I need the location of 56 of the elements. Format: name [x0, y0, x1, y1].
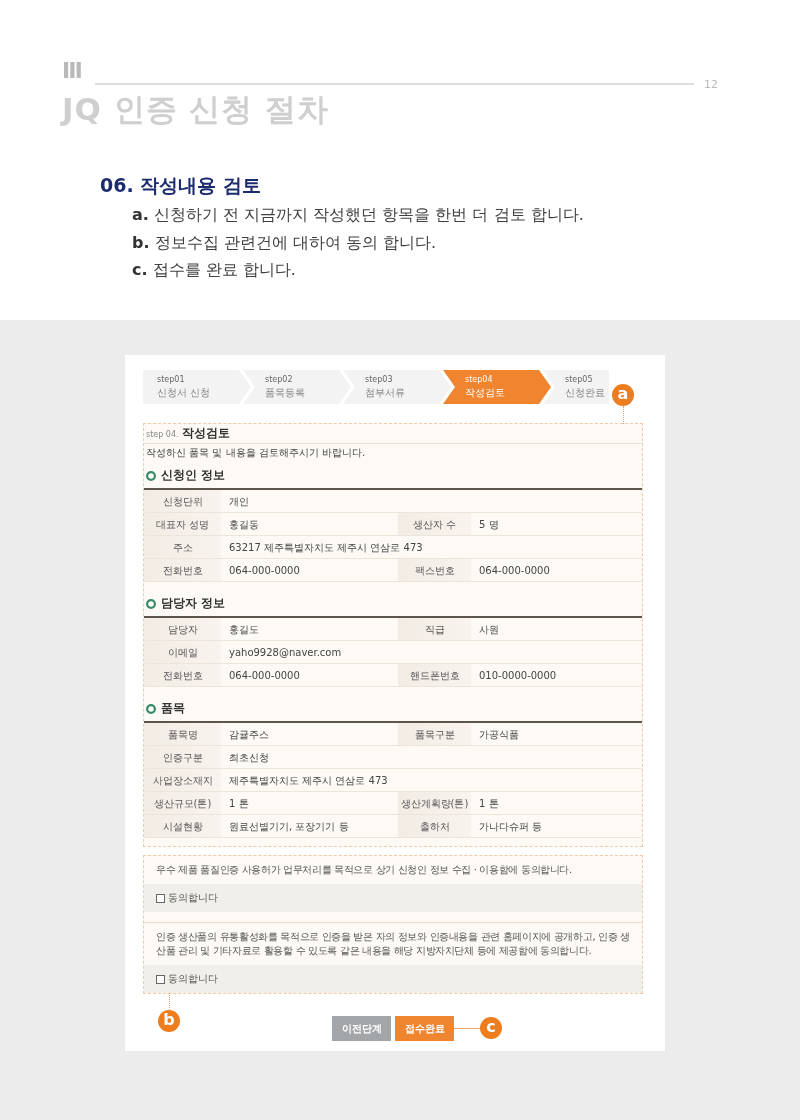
instruction-text: b. 정보수집 관련건에 대하여 동의 합니다. [132, 231, 438, 254]
consent-text: 우수 제품 품질인증 사용허가 업무처리를 목적으로 상기 신청인 정보 수집 · 이용함에 동의합니다. [155, 863, 573, 877]
agree-label[interactable]: 동의합니다 [168, 972, 218, 986]
field-label: 생산계획량(톤) [398, 792, 471, 815]
step-number: step04 [465, 375, 493, 385]
step-number: step03 [365, 375, 393, 385]
field-label: 출하처 [398, 815, 471, 838]
field-label: 사업장소재지 [144, 769, 221, 792]
section-title: 담당자 정보 [161, 596, 226, 611]
step-label: 작성검토 [465, 386, 505, 400]
step-number: step05 [565, 375, 593, 385]
field-label: 생산규모(톤) [144, 792, 221, 815]
review-title: 작성검토 [181, 425, 230, 442]
ring-icon [146, 598, 156, 609]
field-label: 생산자 수 [398, 513, 471, 536]
field-label: 대표자 성명 [144, 513, 221, 536]
ring-icon [146, 703, 156, 714]
instruction-text: a. 신청하기 전 지금까지 작성했던 항목을 한번 더 검토 합니다. [132, 204, 585, 226]
section-title: 품목 [161, 701, 185, 716]
field-label: 담당자 [144, 618, 221, 641]
step-number: step02 [265, 375, 293, 385]
ring-icon [146, 470, 156, 481]
description-text: 작성하신 품목 및 내용을 검토해주시기 바랍니다. [145, 446, 367, 460]
callout-badge: a [612, 384, 634, 406]
step-label: 신청서 신청 [157, 386, 211, 400]
field-label: 핸드폰번호 [398, 664, 471, 687]
field-label: 직급 [398, 618, 471, 641]
callout-badge: b [158, 1010, 180, 1032]
field-label: 주소 [144, 536, 221, 559]
field-label: 품목구분 [398, 723, 471, 746]
page-number: 12 [704, 79, 718, 90]
step-label: 신청완료 [565, 386, 605, 400]
field-label: 시설현황 [144, 815, 221, 838]
checkbox[interactable] [156, 974, 165, 984]
leader-line [454, 1028, 480, 1029]
chapter-number: Ⅲ [62, 60, 83, 82]
step-label: 품목등록 [265, 386, 305, 400]
section-heading: 06. 작성내용 검토 [100, 173, 262, 197]
field-label: 품목명 [144, 723, 221, 746]
checkbox[interactable] [156, 893, 165, 903]
field-label: 전화번호 [144, 559, 221, 582]
step-number: step01 [157, 375, 185, 385]
callout-badge: c [480, 1017, 502, 1039]
field-label: 신청단위 [144, 490, 221, 513]
field-label: 인증구분 [144, 746, 221, 769]
section-title: 신청인 정보 [161, 468, 226, 483]
step-tag: step 04. [146, 430, 179, 439]
field-label: 전화번호 [144, 664, 221, 687]
instruction-text: c. 접수를 완료 합니다. [132, 259, 297, 281]
leader-line [623, 406, 624, 424]
consent-text: 인증 생산품의 유통활성화를 목적으로 인증을 받은 자의 정보와 인증내용을 관련 홈페이지에 공개하고, 인증 생산품 관리 및 기타자료로 활용할 수 있도록 같은 내용을 해당 지방자치단체 등에 제공함에 동의합니다. [155, 930, 631, 958]
leader-line [169, 993, 170, 1010]
field-label: 팩스번호 [398, 559, 471, 582]
field-label: 이메일 [144, 641, 221, 664]
agree-label[interactable]: 동의합니다 [168, 891, 218, 905]
step-label: 첨부서류 [365, 386, 405, 400]
